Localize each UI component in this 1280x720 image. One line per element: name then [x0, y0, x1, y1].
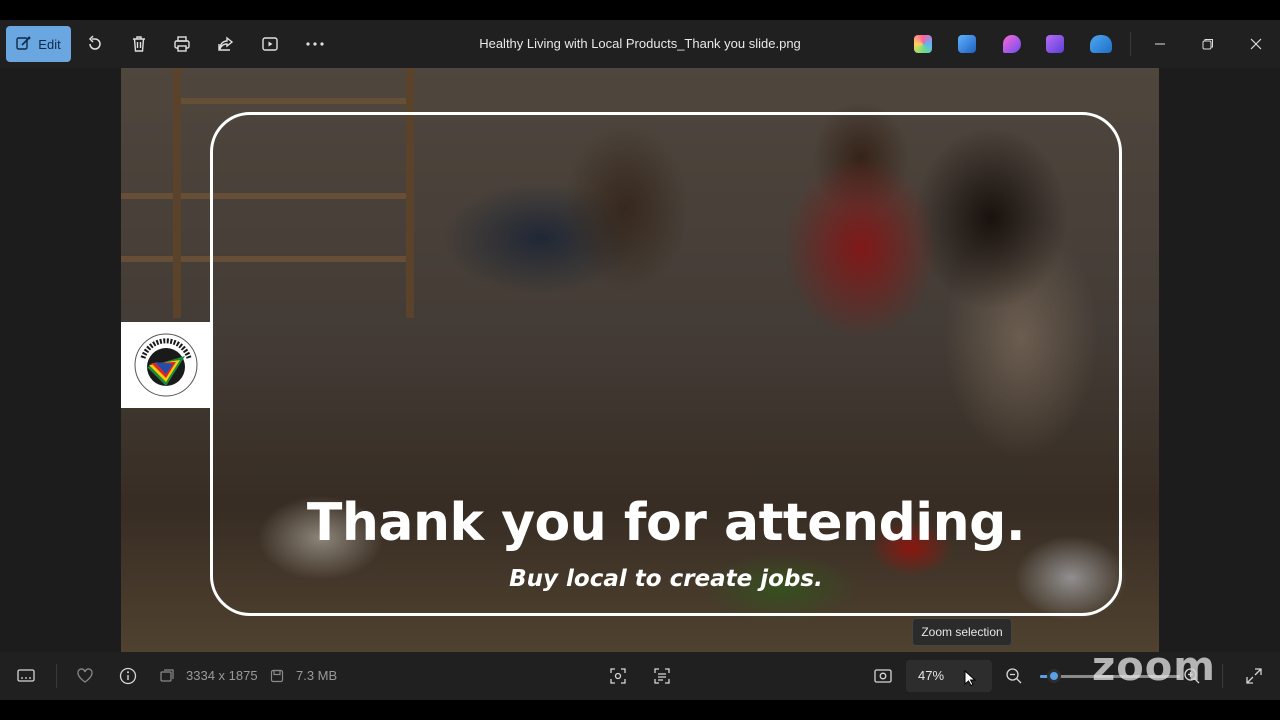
zoom-slider-thumb[interactable]	[1047, 669, 1061, 683]
copilot-icon[interactable]	[914, 35, 932, 53]
window-title: Healthy Living with Local Products_Thank…	[479, 36, 801, 51]
print-icon[interactable]	[170, 32, 194, 56]
delete-icon[interactable]	[127, 32, 151, 56]
fit-to-window-icon[interactable]	[871, 664, 895, 688]
proudly-south-african-logo	[121, 322, 211, 408]
status-divider	[1222, 664, 1223, 688]
create-icon[interactable]	[1046, 35, 1064, 53]
edit-button[interactable]: Edit	[6, 26, 71, 62]
zoom-level-value: 47%	[918, 668, 945, 683]
zoom-out-icon[interactable]	[1002, 664, 1026, 688]
slideshow-icon[interactable]	[258, 32, 282, 56]
clipchamp-icon[interactable]	[1003, 35, 1021, 53]
more-icon[interactable]	[303, 32, 327, 56]
edit-icon	[16, 35, 32, 54]
slide-tagline: Buy local to create jobs.	[509, 566, 823, 592]
screen-border	[0, 700, 1280, 720]
edit-label: Edit	[38, 36, 61, 52]
visual-search-icon[interactable]	[606, 664, 630, 688]
zoom-selection-tooltip: Zoom selection	[912, 618, 1012, 646]
minimize-button[interactable]	[1148, 32, 1172, 56]
designer-icon[interactable]	[958, 35, 976, 53]
dimensions-icon	[158, 664, 176, 688]
slide-image[interactable]: Thank you for attending. Buy local to cr…	[121, 68, 1159, 652]
slide-headline: Thank you for attending.	[306, 493, 1026, 553]
info-icon[interactable]	[116, 664, 140, 688]
share-icon[interactable]	[214, 32, 238, 56]
close-button[interactable]	[1244, 32, 1268, 56]
title-bar: Edit Healthy Living with Local Products_…	[0, 20, 1280, 68]
status-bar: 3334 x 1875 7.3 MB 47% zoom	[0, 644, 1280, 700]
filmstrip-icon[interactable]	[14, 664, 38, 688]
zoom-level-dropdown[interactable]: 47%	[906, 660, 992, 692]
zoom-in-icon[interactable]	[1180, 664, 1204, 688]
mouse-cursor-icon	[964, 669, 977, 690]
file-size: 7.3 MB	[296, 668, 338, 683]
file-size-icon	[268, 664, 286, 688]
favorite-icon[interactable]	[73, 664, 97, 688]
full-screen-icon[interactable]	[1242, 664, 1266, 688]
restore-button[interactable]	[1196, 32, 1220, 56]
text-scan-icon[interactable]	[650, 664, 674, 688]
image-dimensions: 3334 x 1875	[186, 668, 258, 683]
toolbar-divider	[1130, 32, 1131, 56]
status-divider	[56, 664, 57, 688]
onedrive-icon[interactable]	[1090, 35, 1112, 53]
rotate-icon[interactable]	[83, 32, 107, 56]
